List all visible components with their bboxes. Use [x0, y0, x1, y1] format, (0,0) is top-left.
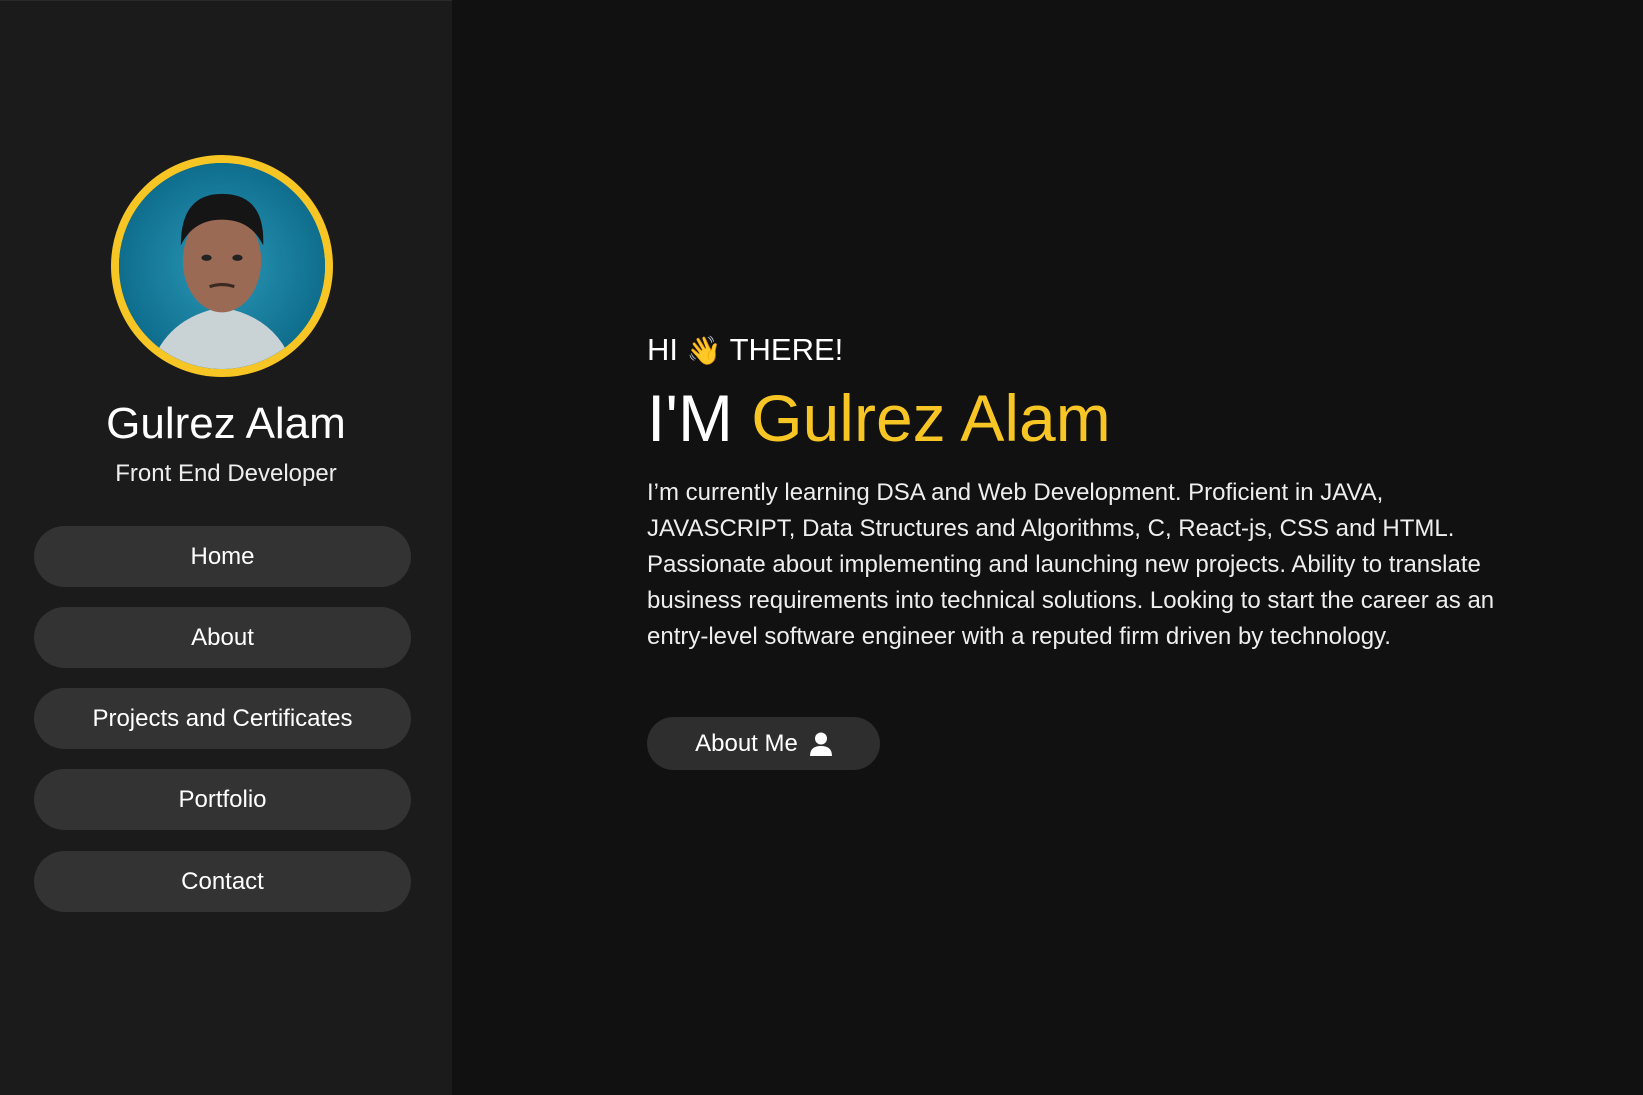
profile-photo-image: [119, 163, 325, 369]
nav-contact-button[interactable]: Contact: [34, 851, 411, 912]
profile-name: Gulrez Alam: [106, 399, 346, 448]
nav-projects-button[interactable]: Projects and Certificates: [34, 688, 411, 749]
nav-portfolio-button[interactable]: Portfolio: [34, 769, 411, 830]
nav-about-button[interactable]: About: [34, 607, 411, 668]
user-icon: [809, 732, 832, 756]
hero-title-prefix: I'M: [647, 381, 733, 455]
waving-hand-icon: 👋: [686, 334, 722, 367]
hero-title: I'M Gulrez Alam: [647, 380, 1111, 456]
greeting-end: THERE!: [729, 332, 844, 367]
hero-description: I’m currently learning DSA and Web Devel…: [647, 479, 1495, 650]
about-me-button[interactable]: About Me: [647, 717, 880, 770]
hero-title-name: Gulrez Alam: [751, 381, 1111, 455]
profile-photo: [111, 155, 333, 377]
about-me-label: About Me: [695, 729, 798, 757]
sidebar: Gulrez Alam Front End Developer Home Abo…: [0, 0, 452, 1095]
greeting: HI 👋 THERE!: [647, 330, 843, 371]
profile-role: Front End Developer: [115, 460, 337, 487]
greeting-start: HI: [647, 332, 678, 367]
nav-home-button[interactable]: Home: [34, 526, 411, 587]
